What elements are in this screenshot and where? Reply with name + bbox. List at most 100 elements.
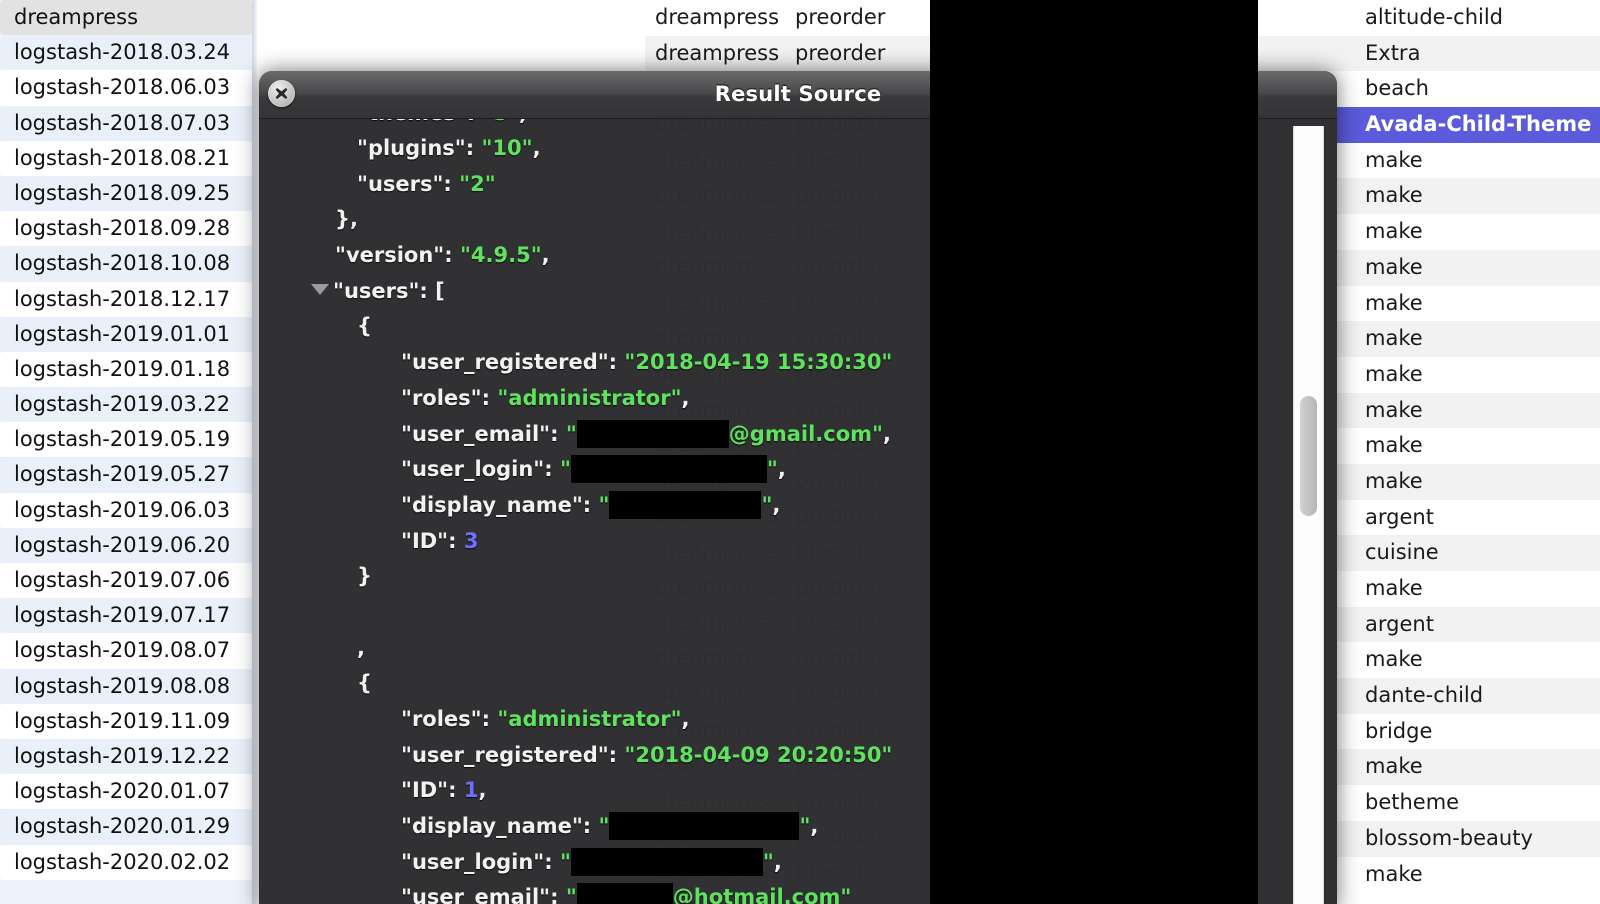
json-key: } bbox=[357, 564, 372, 589]
theme-list-item[interactable]: make bbox=[1335, 214, 1600, 250]
theme-list-item[interactable]: dante-child bbox=[1335, 678, 1600, 714]
json-string-value: " bbox=[762, 849, 774, 874]
json-key: , bbox=[532, 136, 541, 160]
theme-list-item[interactable]: altitude-child bbox=[1335, 0, 1600, 36]
json-string-value: "4.9.5" bbox=[459, 243, 542, 268]
index-list-item[interactable]: logstash-2019.05.27 bbox=[0, 457, 252, 493]
json-key: , bbox=[681, 385, 690, 410]
json-string-value: " bbox=[598, 814, 610, 839]
index-list-item[interactable]: logstash-2018.08.21 bbox=[0, 140, 252, 176]
json-key: , bbox=[777, 457, 786, 482]
index-list-item[interactable]: logstash-2019.05.19 bbox=[0, 422, 252, 458]
index-list-item[interactable]: logstash-2018.09.28 bbox=[0, 211, 252, 247]
index-list-item[interactable]: logstash-2018.12.17 bbox=[0, 281, 252, 317]
json-string-value: "10" bbox=[481, 136, 533, 160]
dialog-scrollbar[interactable] bbox=[1293, 126, 1324, 904]
json-key: , bbox=[478, 778, 487, 803]
theme-list-item[interactable]: make bbox=[1335, 321, 1600, 357]
dialog-scrollbar-thumb[interactable] bbox=[1300, 396, 1317, 516]
collapse-triangle-icon[interactable] bbox=[311, 284, 329, 296]
json-string-value: @hotmail.com" bbox=[672, 885, 852, 904]
json-key: , bbox=[681, 707, 690, 731]
json-string-value: " bbox=[799, 814, 811, 839]
redacted-value bbox=[609, 812, 800, 841]
index-list-item[interactable]: logstash-2019.06.20 bbox=[0, 527, 252, 563]
json-key: , bbox=[773, 849, 782, 874]
theme-list-item[interactable]: argent bbox=[1335, 499, 1600, 536]
theme-list-item[interactable]: make bbox=[1335, 463, 1600, 500]
theme-list-item[interactable]: make bbox=[1335, 285, 1600, 322]
theme-list-panel[interactable]: altitude-child Extra beach Avada-Child-Them… bbox=[1335, 0, 1600, 904]
theme-list-item[interactable]: beach bbox=[1335, 71, 1600, 108]
theme-list-item[interactable]: make bbox=[1335, 178, 1600, 215]
index-list-item[interactable]: logstash-2019.07.17 bbox=[0, 598, 252, 634]
redacted-value bbox=[576, 883, 673, 904]
json-string-value: " bbox=[559, 849, 571, 874]
theme-list-item[interactable]: make bbox=[1335, 356, 1600, 393]
index-list-item[interactable]: logstash-2018.09.25 bbox=[0, 175, 252, 212]
theme-list-item[interactable]: make bbox=[1335, 856, 1600, 893]
json-key: , bbox=[882, 421, 891, 446]
index-list-item[interactable]: logstash-2019.01.18 bbox=[0, 351, 252, 388]
theme-list-item[interactable]: make bbox=[1335, 749, 1600, 786]
results-cell-index: dreampress bbox=[655, 40, 780, 65]
json-key: , bbox=[810, 814, 819, 839]
theme-list-item[interactable]: Extra bbox=[1335, 35, 1600, 72]
index-list-item[interactable]: logstash-2020.02.02 bbox=[0, 844, 252, 880]
index-list-item[interactable]: logstash-2019.12.22 bbox=[0, 738, 252, 775]
redacted-value bbox=[576, 419, 729, 448]
json-string-value: "2018-04-19 15:30:30" bbox=[624, 350, 893, 375]
index-list-item[interactable]: logstash-2018.06.03 bbox=[0, 70, 252, 106]
theme-list-item[interactable]: blossom-beauty bbox=[1335, 820, 1600, 857]
index-list-item[interactable]: logstash-2020.01.07 bbox=[0, 774, 252, 810]
theme-list-item[interactable]: make bbox=[1335, 392, 1600, 429]
theme-list-item[interactable]: argent bbox=[1335, 606, 1600, 643]
redacted-value bbox=[609, 490, 762, 519]
index-list-item[interactable]: dreampress bbox=[0, 0, 252, 36]
theme-list-item[interactable]: cuisine bbox=[1335, 535, 1600, 571]
index-list-item[interactable]: logstash-2019.01.01 bbox=[0, 316, 252, 352]
json-key: "users": [ bbox=[333, 278, 445, 303]
json-key: "ID": bbox=[401, 778, 464, 803]
json-key: "ID": bbox=[401, 528, 464, 553]
json-key: "display_name": bbox=[401, 814, 599, 839]
json-key: }, bbox=[335, 207, 358, 232]
theme-list-item[interactable]: bridge bbox=[1335, 713, 1600, 750]
json-number-value: 3 bbox=[463, 528, 479, 553]
json-key: "display_name": bbox=[401, 492, 599, 517]
json-string-value: "administrator" bbox=[497, 707, 682, 731]
index-list-item[interactable]: logstash-2019.11.09 bbox=[0, 703, 252, 739]
json-string-value: "2" bbox=[459, 171, 496, 196]
index-list-item[interactable]: logstash-2019.06.03 bbox=[0, 492, 252, 528]
index-list-panel[interactable]: dreampress logstash-2018.03.24 logstash-20… bbox=[0, 0, 252, 904]
index-list-item[interactable]: logstash-2019.07.06 bbox=[0, 563, 252, 599]
theme-list-item[interactable]: make bbox=[1335, 642, 1600, 679]
json-key: "user_email": bbox=[401, 885, 566, 904]
theme-list-item[interactable]: make bbox=[1335, 428, 1600, 464]
json-number-value: 1 bbox=[463, 778, 479, 803]
theme-list-item[interactable]: make bbox=[1335, 571, 1600, 607]
screen: dreampress logstash-2018.03.24 logstash-20… bbox=[0, 0, 1600, 904]
theme-list-item[interactable]: make bbox=[1335, 249, 1600, 286]
theme-list-item[interactable]: betheme bbox=[1335, 785, 1600, 821]
json-string-value: " bbox=[761, 492, 773, 517]
theme-list-item[interactable]: Avada-Child-Theme bbox=[1335, 107, 1600, 143]
index-list-item[interactable]: logstash-2019.08.07 bbox=[0, 633, 252, 669]
json-key: "users": bbox=[357, 171, 460, 196]
json-string-value: "2018-04-09 20:20:50" bbox=[624, 742, 893, 767]
index-list-item[interactable]: logstash-2020.01.29 bbox=[0, 809, 252, 845]
theme-list-item[interactable]: make bbox=[1335, 142, 1600, 179]
json-key: "user_email": bbox=[401, 421, 566, 446]
index-list-item[interactable]: logstash-2019.08.08 bbox=[0, 668, 252, 704]
json-string-value: " bbox=[565, 421, 577, 446]
index-list-item[interactable]: logstash-2018.10.08 bbox=[0, 246, 252, 282]
json-key: { bbox=[357, 671, 372, 696]
index-list-item[interactable]: logstash-2019.03.22 bbox=[0, 387, 252, 423]
index-list-item[interactable]: logstash-2018.03.24 bbox=[0, 35, 252, 71]
json-key: , bbox=[519, 119, 527, 125]
json-key: "version": bbox=[335, 243, 460, 268]
json-key: "roles": bbox=[401, 707, 498, 731]
index-list-item[interactable]: logstash-2018.07.03 bbox=[0, 105, 252, 141]
json-string-value: "5" bbox=[482, 119, 519, 125]
left-panel-edge bbox=[252, 0, 257, 904]
